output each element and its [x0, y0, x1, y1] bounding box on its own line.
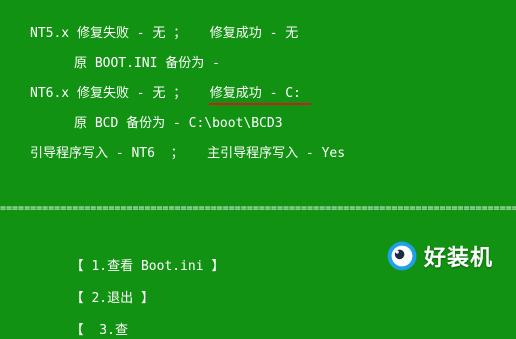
nt5-status-line: NT5.x 修复失败 - 无 ； 修复成功 - 无 — [30, 26, 299, 41]
bootloader-write-line: 引导程序写入 - NT6 ； 主引导程序写入 - Yes — [30, 146, 346, 161]
menu-bar: 【 1.查看 Boot.ini 】 【 2.退出 】 【 3.查 — [55, 243, 225, 339]
menu-item-view-boot-ini[interactable]: 【 1.查看 Boot.ini 】 — [71, 259, 225, 274]
menu-item-3[interactable]: 【 3.查 — [71, 323, 128, 338]
nt6-status-line: NT6.x 修复失败 - 无 ； 修复成功 - C: — [30, 86, 301, 101]
menu-item-exit[interactable]: 【 2.退出 】 — [71, 291, 154, 306]
boot-ini-backup-line: 原 BOOT.INI 备份为 - — [74, 56, 220, 71]
watermark-text: 好装机 — [424, 246, 494, 271]
separator-line: ========================================… — [0, 204, 516, 214]
logo-mark-icon — [387, 241, 417, 271]
bcd-backup-line: 原 BCD 备份为 - C:\boot\BCD3 — [74, 116, 283, 131]
success-underline — [209, 103, 311, 105]
watermark-logo: 好装机 — [386, 238, 510, 274]
